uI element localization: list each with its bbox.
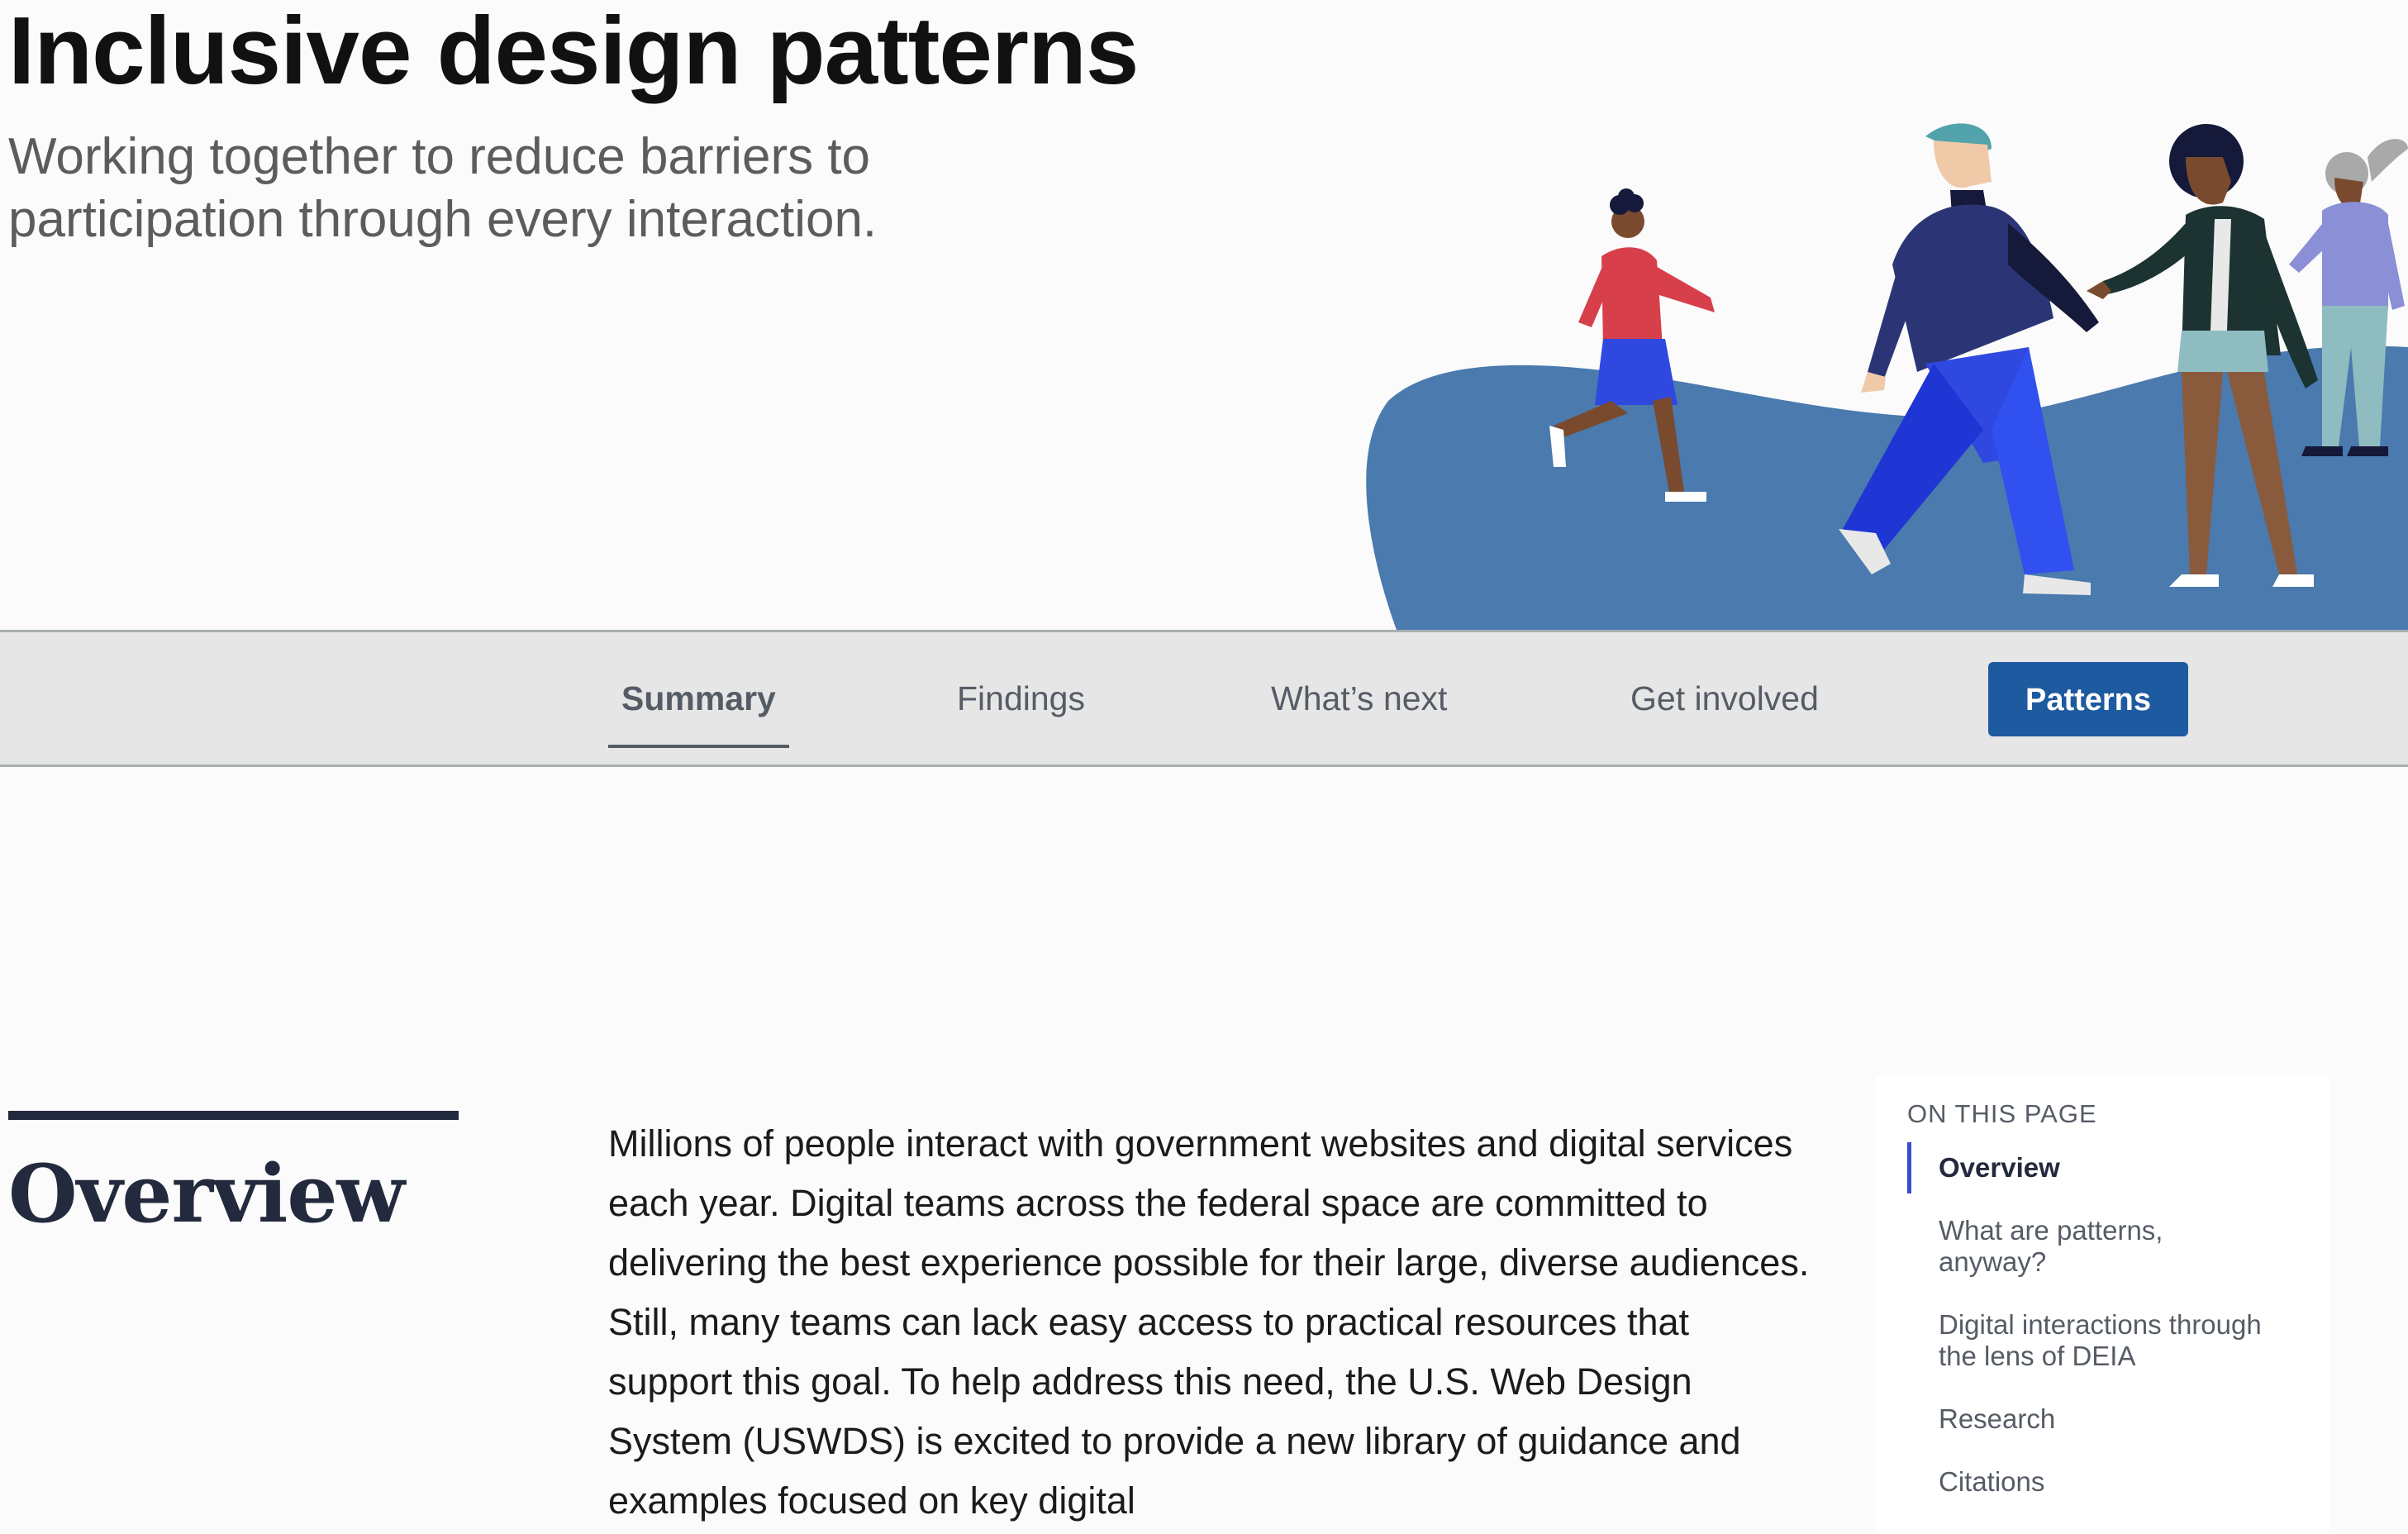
people-walking-illustration (1366, 123, 2408, 630)
overview-paragraph: Millions of people interact with governm… (608, 1122, 1810, 1522)
toc-link-research[interactable]: Research (1907, 1403, 2269, 1435)
toc-link-citations[interactable]: Citations (1907, 1466, 2269, 1498)
toc-link-overview[interactable]: Overview (1907, 1142, 2269, 1193)
page-subtitle: Working together to reduce barriers to p… (8, 128, 878, 248)
overview-heading: Overview (8, 1147, 405, 1241)
hero-banner: Inclusive design patterns Working togeth… (0, 0, 2408, 630)
toc-link-digital-interactions[interactable]: Digital interactions through the lens of… (1907, 1309, 2269, 1372)
tab-get-involved[interactable]: Get involved (1630, 632, 1819, 765)
on-this-page-list: Overview What are patterns, anyway? Digi… (1907, 1142, 2330, 1498)
patterns-button[interactable]: Patterns (1988, 662, 2188, 736)
tab-findings[interactable]: Findings (957, 632, 1085, 765)
on-this-page-heading: ON THIS PAGE (1907, 1099, 2097, 1128)
toc-link-what-are-patterns[interactable]: What are patterns, anyway? (1907, 1215, 2269, 1278)
tab-summary[interactable]: Summary (608, 632, 789, 765)
on-this-page-nav: ON THIS PAGE Overview What are patterns,… (1876, 1074, 2330, 1534)
section-divider (8, 1111, 459, 1120)
page-title: Inclusive design patterns (8, 0, 1139, 104)
tab-whats-next[interactable]: What’s next (1271, 632, 1447, 765)
section-tab-bar: Summary Findings What’s next Get involve… (0, 630, 2408, 767)
